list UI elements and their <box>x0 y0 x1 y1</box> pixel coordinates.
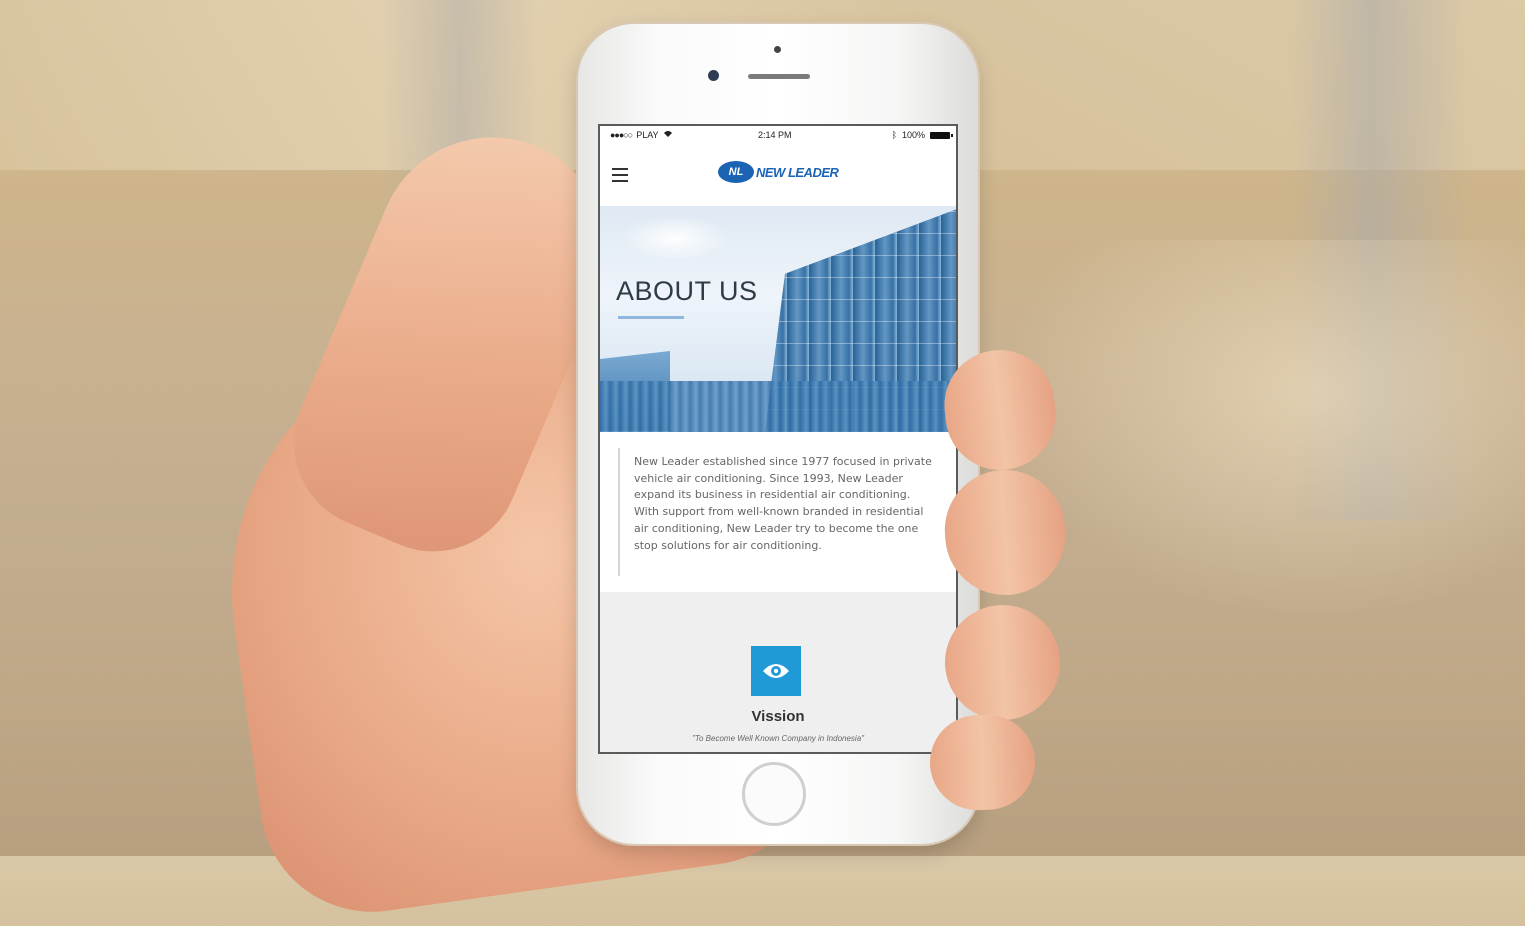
hero-building-base <box>600 381 956 432</box>
home-button[interactable] <box>742 762 806 826</box>
status-left: ●●●○○ PLAY <box>610 130 673 140</box>
site-header: NL NEW LEADER <box>600 146 956 206</box>
battery-label: 100% <box>901 130 925 140</box>
signal-icon: ●●●○○ <box>610 130 633 140</box>
page-title: ABOUT US <box>616 276 758 306</box>
hero-cloud <box>620 216 730 261</box>
status-right: ᛒ 100% <box>891 130 953 140</box>
sensor-dot <box>774 46 781 53</box>
bluetooth-icon: ᛒ <box>891 130 897 140</box>
phone-screen: ●●●○○ PLAY 2:14 PM ᛒ 100% NL NEW LEADER <box>598 124 958 754</box>
carrier-label: PLAY <box>636 130 659 140</box>
battery-icon <box>930 131 953 139</box>
background-blur-field <box>1000 240 1525 620</box>
site-logo[interactable]: NL NEW LEADER <box>718 161 839 183</box>
vision-quote: "To Become Well Known Company in Indones… <box>692 734 864 743</box>
finger-little <box>928 713 1037 812</box>
hero-banner: ABOUT US <box>600 206 956 432</box>
title-underline <box>618 316 684 319</box>
smartphone: ●●●○○ PLAY 2:14 PM ᛒ 100% NL NEW LEADER <box>578 24 978 844</box>
about-text: New Leader established since 1977 focuse… <box>634 455 932 552</box>
menu-icon[interactable] <box>612 168 628 182</box>
wifi-icon <box>663 130 673 140</box>
earpiece-speaker <box>748 74 810 79</box>
vision-section: Vission "To Become Well Known Company in… <box>600 592 956 752</box>
logo-badge: NL <box>718 161 754 183</box>
vision-title: Vission <box>751 708 805 725</box>
quote-bar <box>618 448 620 576</box>
status-bar: ●●●○○ PLAY 2:14 PM ᛒ 100% <box>600 126 956 146</box>
status-time: 2:14 PM <box>758 130 792 140</box>
about-section: New Leader established since 1977 focuse… <box>600 432 956 592</box>
logo-text: NEW LEADER <box>756 164 839 180</box>
front-camera <box>708 70 719 81</box>
eye-icon <box>751 646 801 696</box>
